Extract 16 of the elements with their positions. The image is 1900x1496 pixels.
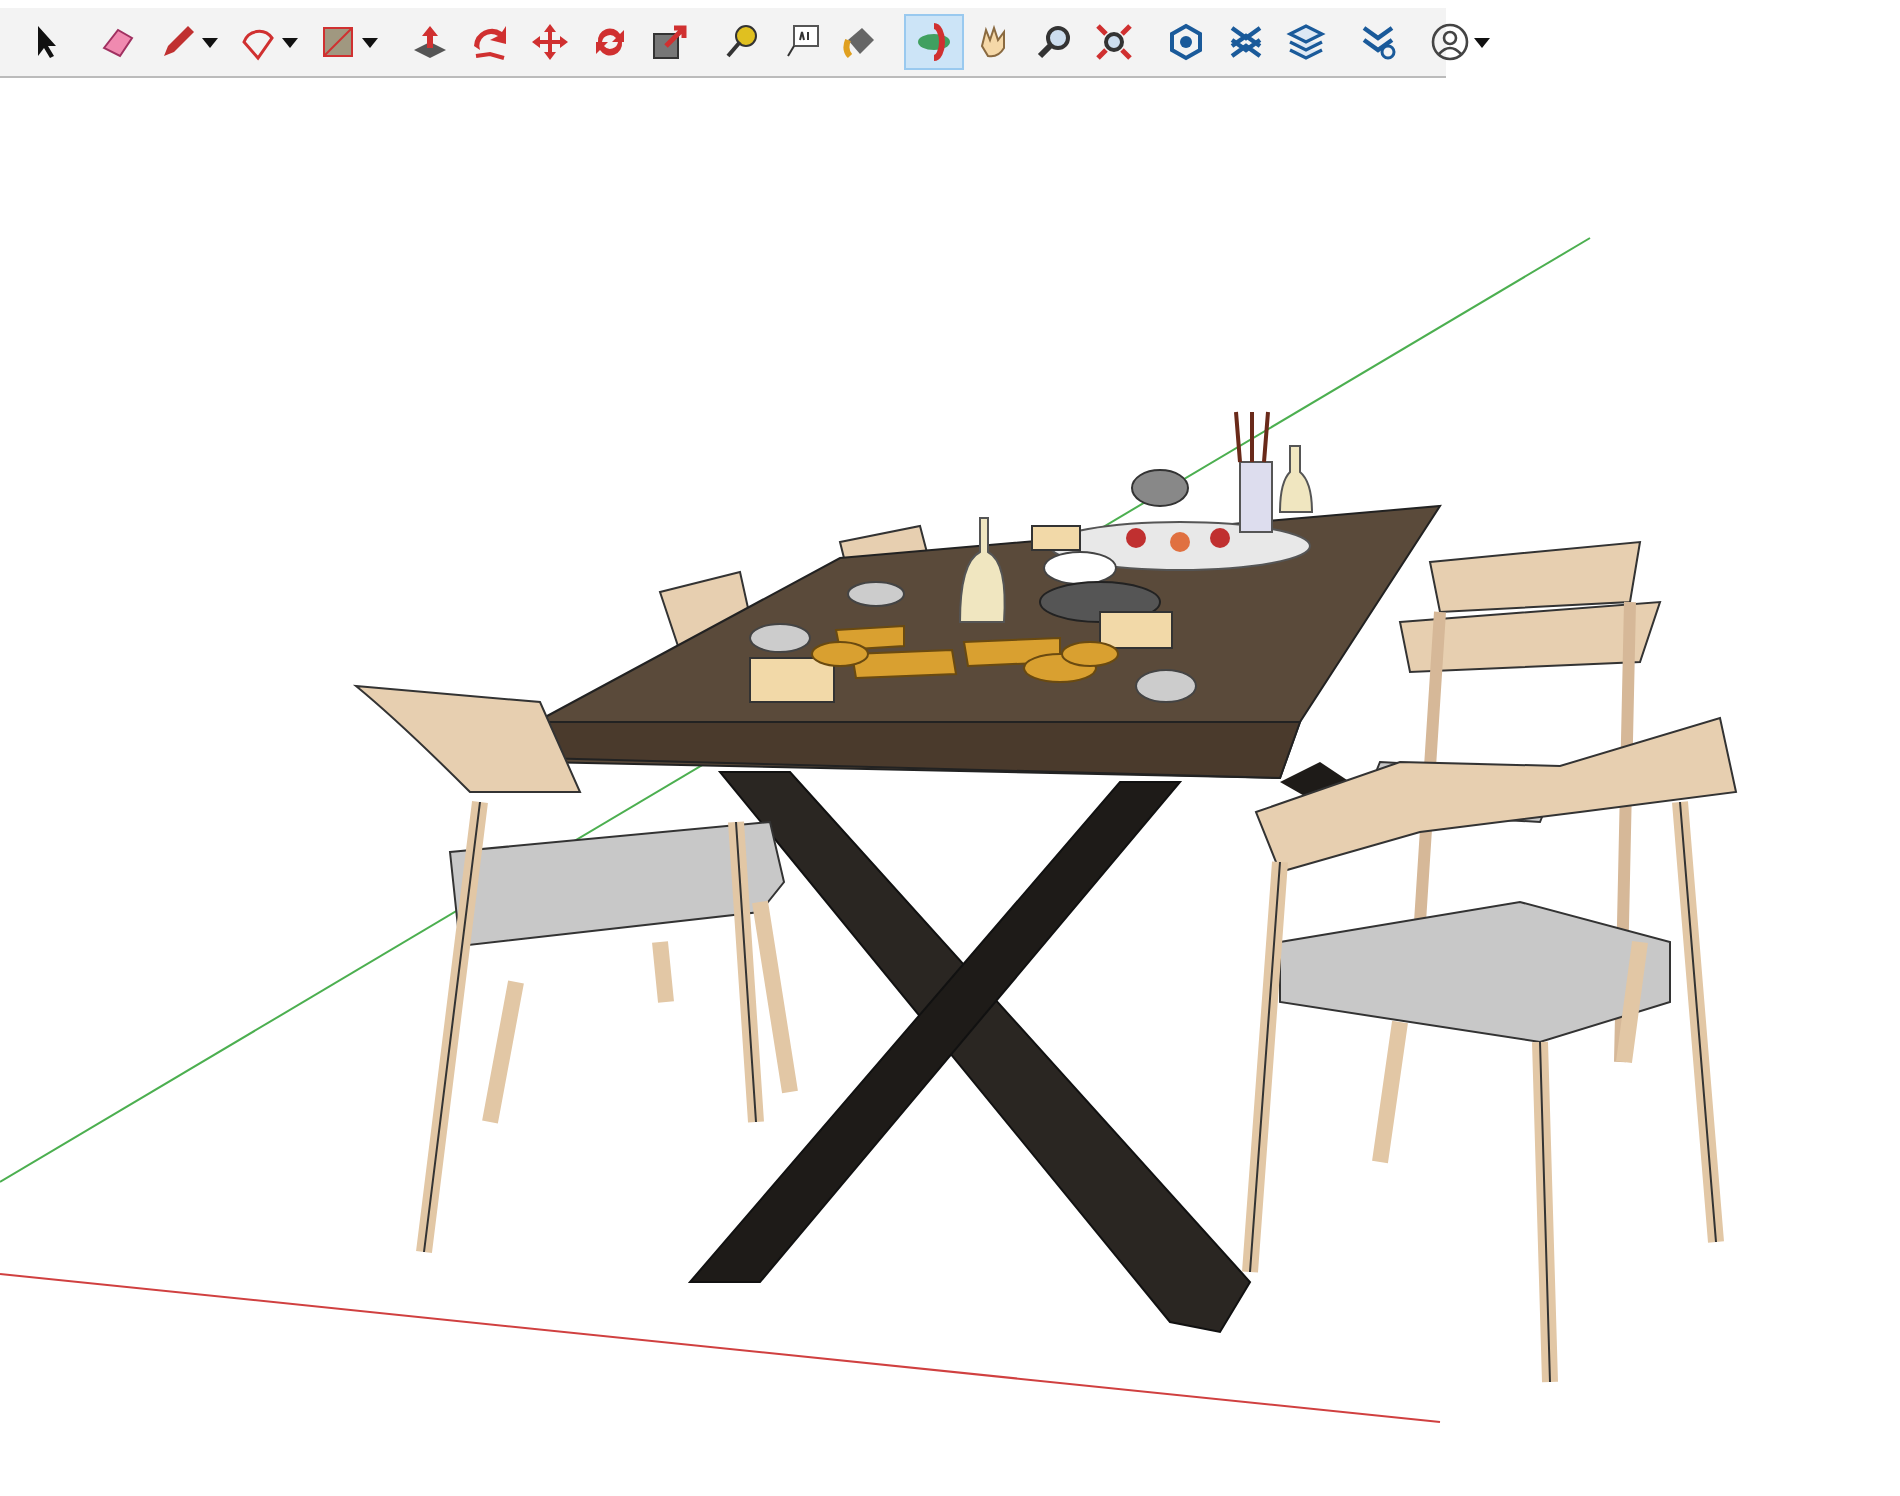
caret-icon [202, 37, 218, 47]
pencil-icon [158, 22, 198, 62]
account-icon [1430, 22, 1470, 62]
layers-icon [1286, 22, 1326, 62]
scale-icon [650, 22, 690, 62]
orbit-icon [914, 22, 954, 62]
zoom-extents-icon [1094, 22, 1134, 62]
move-icon [530, 22, 570, 62]
tape-measure-icon [722, 22, 762, 62]
push-pull-icon [410, 22, 450, 62]
caret-icon [282, 37, 298, 47]
text-tag-icon [782, 22, 822, 62]
caret-icon [362, 37, 378, 47]
rectangle-icon [318, 22, 358, 62]
zoom-icon [1034, 22, 1074, 62]
caret-icon [1474, 37, 1490, 47]
